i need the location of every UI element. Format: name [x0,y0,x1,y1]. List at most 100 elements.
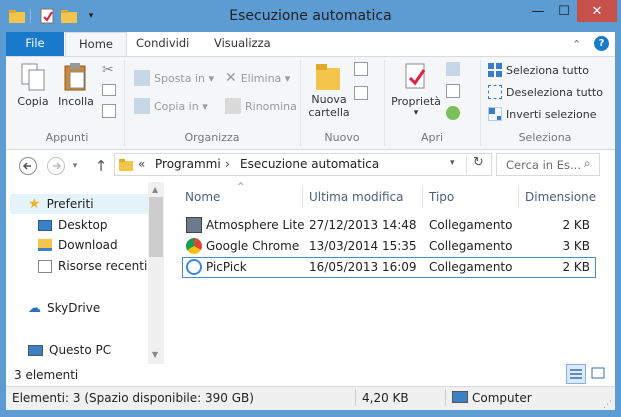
scroll-up-icon[interactable]: ▲ [152,185,158,194]
details-view-button[interactable] [566,364,586,384]
nav-risorse-recenti-label: Risorse recenti [58,259,148,273]
table-row[interactable]: Google Chrome 13/03/2014 15:35 Collegame… [182,236,596,257]
move-to-label: Sposta in ▾ [154,71,215,85]
properties-button[interactable]: Proprietà ▾ [390,62,442,118]
open-icon[interactable] [446,62,460,76]
file-size: 2 KB [562,218,590,232]
tab-condividi[interactable]: Condividi [128,32,197,56]
nav-item-preferiti[interactable]: ★ Preferiti [28,194,94,214]
copy-path-icon[interactable] [102,84,116,96]
qat-dropdown-icon[interactable]: ▾ [82,7,100,25]
properties-icon[interactable] [38,7,56,25]
copy-button[interactable]: Copia [14,62,52,108]
select-all-label: Seleziona tutto [506,63,589,77]
nav-scrollbar-thumb[interactable] [149,197,163,257]
file-type: Collegamento [429,260,513,274]
delete-icon: ✕ [225,70,237,86]
tab-file[interactable]: File [6,32,64,56]
new-item-icon[interactable] [354,62,368,76]
column-header-type[interactable]: Tipo [429,190,454,204]
nav-download-label: Download [58,238,118,252]
qat-separator [30,9,31,23]
paste-icon [64,63,86,91]
forward-button[interactable] [44,156,68,176]
tab-visualizza[interactable]: Visualizza [206,32,279,56]
paste-shortcut-icon[interactable] [102,104,116,118]
new-folder-label-line1: Nuova [311,93,347,106]
breadcrumb-esecuzione-automatica[interactable]: Esecuzione automatica [240,157,379,171]
nav-item-risorse-recenti[interactable]: Risorse recenti [38,256,147,276]
history-icon[interactable] [446,106,460,120]
select-none-button[interactable]: Deseleziona tutto [488,85,603,99]
new-folder-button[interactable]: Nuova cartella [306,60,352,119]
back-button[interactable] [16,156,40,176]
column-header-modified[interactable]: Ultima modifica [309,190,404,204]
details-divider [445,389,446,406]
breadcrumb-programmi[interactable]: Programmi [155,157,221,171]
nav-item-questo-pc[interactable]: Questo PC [28,340,111,360]
nav-questo-pc-label: Questo PC [49,343,112,357]
maximize-button[interactable]: ☐ [551,0,577,22]
sort-ascending-icon: ^ [237,182,245,192]
column-divider[interactable] [422,186,423,208]
rename-button[interactable]: Rinomina [225,98,297,114]
search-icon: ⌕ [584,156,591,170]
close-button[interactable]: ✕ [577,0,617,22]
copy-icon [21,63,45,91]
recent-locations-icon[interactable]: ▾ [68,156,82,176]
computer-icon [28,344,43,356]
column-header-size[interactable]: Dimensione [525,190,596,204]
paste-button[interactable]: Incolla [56,62,96,108]
chrome-icon [186,238,202,254]
address-dropdown-icon[interactable]: ▾ [450,158,455,168]
file-size: 3 KB [562,239,590,253]
column-divider[interactable] [518,186,519,208]
details-location: Computer [472,391,532,405]
copy-to-button[interactable]: Copia in ▾ [134,98,208,114]
address-overflow-icon[interactable]: « [138,157,145,171]
large-icons-view-button[interactable] [589,364,609,384]
invert-selection-button[interactable]: Inverti selezione [488,107,597,121]
paste-label: Incolla [58,95,94,108]
table-row[interactable]: Atmosphere Lite 27/12/2013 14:48 Collega… [182,215,596,236]
help-icon[interactable]: ? [594,36,609,51]
file-modified: 13/03/2014 15:35 [309,239,417,253]
up-button[interactable]: ↑ [92,156,110,176]
minimize-button[interactable]: — [525,0,551,22]
delete-label: Elimina ▾ [240,71,291,85]
cut-icon[interactable]: ✂ [102,62,114,78]
table-row-selected[interactable]: PicPick 16/05/2013 16:09 Collegamento 2 … [182,257,596,278]
easy-access-icon[interactable] [354,86,368,100]
file-type: Collegamento [429,218,513,232]
collapse-ribbon-icon[interactable]: ⌃ [572,38,581,51]
breadcrumb-separator[interactable]: › [225,157,230,171]
nav-item-download[interactable]: Download [38,235,118,255]
nav-preferiti-label: Preferiti [46,197,94,211]
recent-places-icon [38,259,52,273]
select-all-button[interactable]: Seleziona tutto [488,63,589,77]
column-divider[interactable] [302,186,303,208]
atmosphere-lite-icon [186,217,202,233]
nav-item-desktop[interactable]: Desktop [38,215,108,235]
details-divider [355,389,356,406]
scroll-down-icon[interactable]: ▼ [152,350,158,359]
file-type: Collegamento [429,239,513,253]
tab-home[interactable]: Home [65,32,127,57]
resize-grip-icon[interactable]: ⋰ [603,400,612,410]
properties-dropdown-icon: ▾ [413,108,419,118]
new-folder-icon[interactable] [60,7,78,25]
nav-item-skydrive[interactable]: ☁ SkyDrive [28,298,100,318]
details-items: Elementi: 3 (Spazio disponibile: 390 GB) [12,391,254,405]
picpick-icon [186,259,202,275]
refresh-icon[interactable]: ↻ [466,155,490,175]
rename-icon [225,98,241,114]
forward-arrow-icon [47,157,65,175]
group-label-nuovo: Nuovo [324,131,360,144]
file-name: PicPick [206,260,247,274]
invert-selection-label: Inverti selezione [506,107,597,121]
column-header-name[interactable]: Nome [185,190,220,204]
edit-icon[interactable] [446,84,460,98]
move-to-button[interactable]: Sposta in ▾ [134,70,214,86]
delete-button[interactable]: ✕ Elimina ▾ [225,70,290,86]
ribbon-separator [384,60,385,146]
